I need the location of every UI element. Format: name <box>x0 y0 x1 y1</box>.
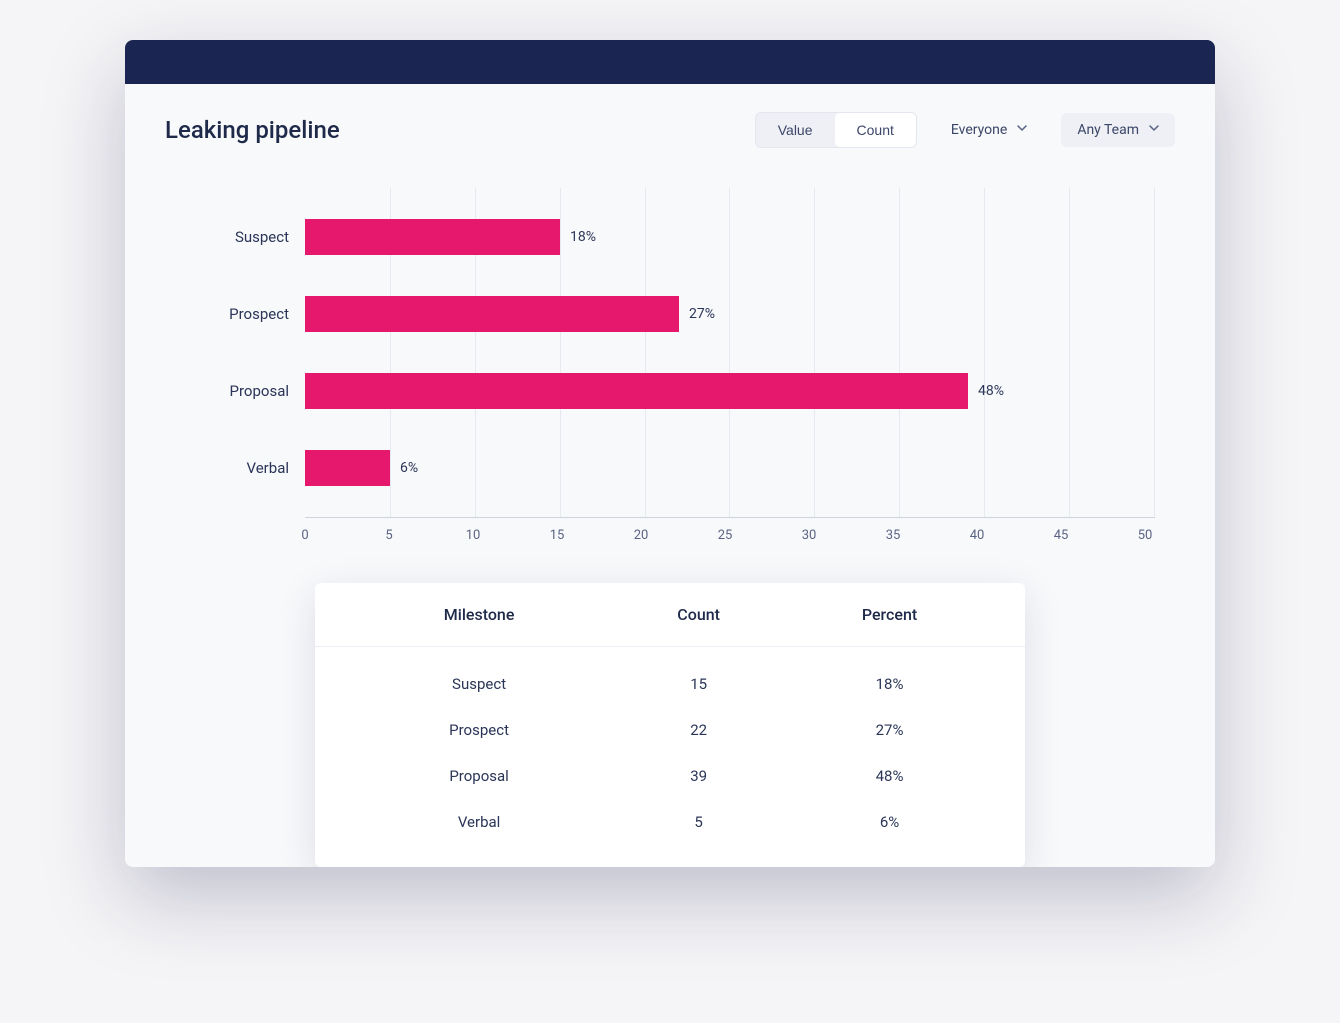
x-axis-tick: 0 <box>295 528 315 543</box>
chart-bar-label: Prospect <box>229 305 289 323</box>
chart-bar-value: 27% <box>689 306 715 322</box>
table-row: Prospect2227% <box>315 707 1025 753</box>
chevron-down-icon <box>1149 125 1159 135</box>
team-filter-label: Any Team <box>1077 122 1139 138</box>
x-axis-tick: 20 <box>631 528 651 543</box>
table-row: Suspect1518% <box>315 661 1025 707</box>
table-cell-count: 5 <box>603 813 794 831</box>
x-axis-tick: 50 <box>1135 528 1155 543</box>
chart-bar <box>305 373 968 409</box>
table-cell-percent: 6% <box>794 813 985 831</box>
table-header-count: Count <box>603 605 794 624</box>
table-cell-count: 39 <box>603 767 794 785</box>
controls: Value Count Everyone Any Team <box>755 112 1175 148</box>
chart-x-axis: 05101520253035404550 <box>305 528 1155 543</box>
chart-bar-row: Suspect18% <box>305 219 1155 255</box>
x-axis-tick: 10 <box>463 528 483 543</box>
table-cell-percent: 48% <box>794 767 985 785</box>
x-axis-tick: 15 <box>547 528 567 543</box>
table-cell-percent: 27% <box>794 721 985 739</box>
person-filter-label: Everyone <box>951 122 1007 138</box>
table-body: Suspect1518%Prospect2227%Proposal3948%Ve… <box>315 647 1025 867</box>
chart-bar <box>305 219 560 255</box>
content-area: Leaking pipeline Value Count Everyone An… <box>125 84 1215 867</box>
table-row: Proposal3948% <box>315 753 1025 799</box>
chart-bar-label: Suspect <box>235 228 289 246</box>
chart-plot: Suspect18% Prospect27% Proposal48% Verbal6% <box>305 188 1155 518</box>
chart-bars: Suspect18% Prospect27% Proposal48% Verbal6% <box>305 188 1155 517</box>
chart-bar <box>305 296 679 332</box>
x-axis-tick: 40 <box>967 528 987 543</box>
toggle-count[interactable]: Count <box>835 113 916 147</box>
window-titlebar <box>125 40 1215 84</box>
chart-bar-value: 6% <box>400 460 418 476</box>
chart-bar-row: Verbal6% <box>305 450 1155 486</box>
table-cell-milestone: Proposal <box>355 767 603 785</box>
metric-toggle: Value Count <box>755 112 917 148</box>
x-axis-tick: 45 <box>1051 528 1071 543</box>
table-cell-percent: 18% <box>794 675 985 693</box>
data-table: Milestone Count Percent Suspect1518%Pros… <box>315 583 1025 867</box>
chart-bar-row: Proposal48% <box>305 373 1155 409</box>
chart-bar-value: 48% <box>978 383 1004 399</box>
table-cell-milestone: Suspect <box>355 675 603 693</box>
chart-bar <box>305 450 390 486</box>
table-header-percent: Percent <box>794 605 985 624</box>
person-filter-dropdown[interactable]: Everyone <box>935 113 1043 147</box>
x-axis-tick: 5 <box>379 528 399 543</box>
chart-bar-row: Prospect27% <box>305 296 1155 332</box>
dashboard-card: Leaking pipeline Value Count Everyone An… <box>125 40 1215 867</box>
chart-area: Suspect18% Prospect27% Proposal48% Verbal6%… <box>305 188 1155 543</box>
toggle-value[interactable]: Value <box>756 113 835 147</box>
table-header-row: Milestone Count Percent <box>315 583 1025 647</box>
chevron-down-icon <box>1017 125 1027 135</box>
chart-bar-label: Verbal <box>247 459 290 477</box>
x-axis-tick: 25 <box>715 528 735 543</box>
team-filter-dropdown[interactable]: Any Team <box>1061 113 1175 147</box>
table-cell-count: 22 <box>603 721 794 739</box>
table-cell-milestone: Prospect <box>355 721 603 739</box>
header-row: Leaking pipeline Value Count Everyone An… <box>165 112 1175 148</box>
table-cell-milestone: Verbal <box>355 813 603 831</box>
table-cell-count: 15 <box>603 675 794 693</box>
chart-bar-label: Proposal <box>230 382 289 400</box>
x-axis-tick: 35 <box>883 528 903 543</box>
chart-bar-value: 18% <box>570 229 596 245</box>
table-header-milestone: Milestone <box>355 605 603 624</box>
page-title: Leaking pipeline <box>165 116 340 144</box>
table-row: Verbal56% <box>315 799 1025 845</box>
x-axis-tick: 30 <box>799 528 819 543</box>
